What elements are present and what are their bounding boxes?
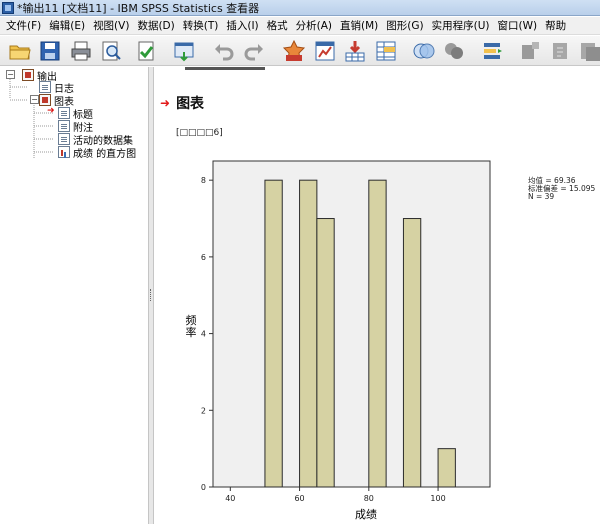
redo-icon[interactable] [242,39,266,63]
histogram-chart[interactable]: 0 2 4 6 8 40 60 80 100 均值 = 69.36 标准偏差 = 15.095 … [185,157,600,524]
plot-area [212,160,491,488]
undo-icon[interactable] [212,39,236,63]
histogram-bar-4 [316,218,335,488]
title-icon [58,107,70,119]
collapse-icon[interactable] [578,39,600,63]
menu-direct-marketing[interactable]: 直销(M) [336,18,382,33]
log-icon [39,81,51,93]
window-title: *输出11 [文档11] - IBM SPSS Statistics 查看器 [17,1,260,15]
designate-window-icon[interactable] [480,39,504,63]
menu-analyze[interactable]: 分析(A) [292,18,336,33]
expand-output-toggle[interactable]: − [6,70,15,79]
histogram-bar-7 [368,179,387,488]
y-tick-label-4: 4 [201,330,206,339]
title-bar: *输出11 [文档11] - IBM SPSS Statistics 查看器 [0,0,600,16]
menu-insert[interactable]: 插入(I) [222,18,262,33]
histogram-bar-1 [264,179,283,488]
output-content-pane: ➜ 图表 [□□□□6] 0 2 4 6 8 40 60 80 100 均值 = 69.36 标… [155,67,600,524]
goto-case-icon[interactable] [313,39,337,63]
goto-data-icon[interactable] [282,39,306,63]
toolbar [0,36,600,66]
cropped-previous-output [185,67,275,71]
x-tick-label-100: 100 [430,494,445,503]
tree-item-charts[interactable]: 图表 [39,93,74,108]
menu-edit[interactable]: 编辑(E) [45,18,89,33]
goto-variable-icon[interactable] [343,39,367,63]
menu-graphs[interactable]: 图形(G) [382,18,427,33]
histogram-bar-9 [402,218,422,488]
recall-dialog-icon[interactable] [172,39,196,63]
tree-item-histogram[interactable]: 成绩 的直方图 [58,145,137,160]
menu-view[interactable]: 视图(V) [89,18,133,33]
menu-window[interactable]: 窗口(W) [494,18,542,33]
expand-charts-toggle[interactable]: − [30,95,39,104]
y-axis-label: 频 率 [185,314,197,339]
menu-format[interactable]: 格式 [263,18,292,33]
x-tick-label-40: 40 [225,494,235,503]
x-axis-label: 成绩 [355,508,377,521]
selected-arrow-icon: ➜ [160,96,171,110]
section-title: 图表 [176,96,205,112]
y-tick-label-0: 0 [201,483,206,492]
y-tick-label-6: 6 [201,253,206,262]
variables-icon[interactable] [374,39,398,63]
menu-transform[interactable]: 转换(T) [179,18,223,33]
print-icon[interactable] [69,39,93,63]
promote-icon[interactable] [518,39,542,63]
stat-n: N = 39 [528,192,555,201]
histogram-bar-11 [437,448,456,488]
export-icon[interactable] [134,39,158,63]
chart-statistics: 均值 = 69.36 标准偏差 = 15.095 N = 39 [528,177,595,201]
histogram-svg: 0 2 4 6 8 40 60 80 100 [201,160,491,503]
x-tick-label-60: 60 [294,494,304,503]
active-dataset-icon [58,133,70,145]
current-item-arrow-icon: ➜ [47,106,55,116]
show-all-icon[interactable] [412,39,436,63]
histogram-chart-icon [58,146,70,158]
notes-icon [58,120,70,132]
print-preview-icon[interactable] [99,39,123,63]
demote-icon[interactable] [549,39,573,63]
output-book-icon [22,69,34,81]
outline-navigator: − 输出 日志 − 图表 ➜ 标题 附注 活动的数据集 成绩 的直方图 [0,67,148,524]
menu-utilities[interactable]: 实用程序(U) [428,18,494,33]
tree-item-histogram-label: 成绩 的直方图 [73,148,137,160]
pane-splitter[interactable] [148,67,154,524]
menu-bar: 文件(F) 编辑(E) 视图(V) 数据(D) 转换(T) 插入(I) 格式 分… [0,17,600,35]
charts-section-header[interactable]: ➜ 图表 [160,93,204,113]
splitter-grip[interactable] [150,289,152,301]
y-tick-label-2: 2 [201,406,206,415]
menu-help[interactable]: 帮助 [541,18,570,33]
save-icon[interactable] [38,39,62,63]
hide-icon[interactable] [442,39,466,63]
histogram-bar-3 [299,179,318,488]
x-tick-label-80: 80 [364,494,374,503]
y-tick-label-8: 8 [201,176,206,185]
menu-file[interactable]: 文件(F) [2,18,45,33]
spss-app-icon [2,1,14,14]
open-folder-icon[interactable] [8,39,32,63]
menu-data[interactable]: 数据(D) [133,18,178,33]
dataset-label: [□□□□6] [176,128,223,138]
charts-book-icon [39,94,51,106]
